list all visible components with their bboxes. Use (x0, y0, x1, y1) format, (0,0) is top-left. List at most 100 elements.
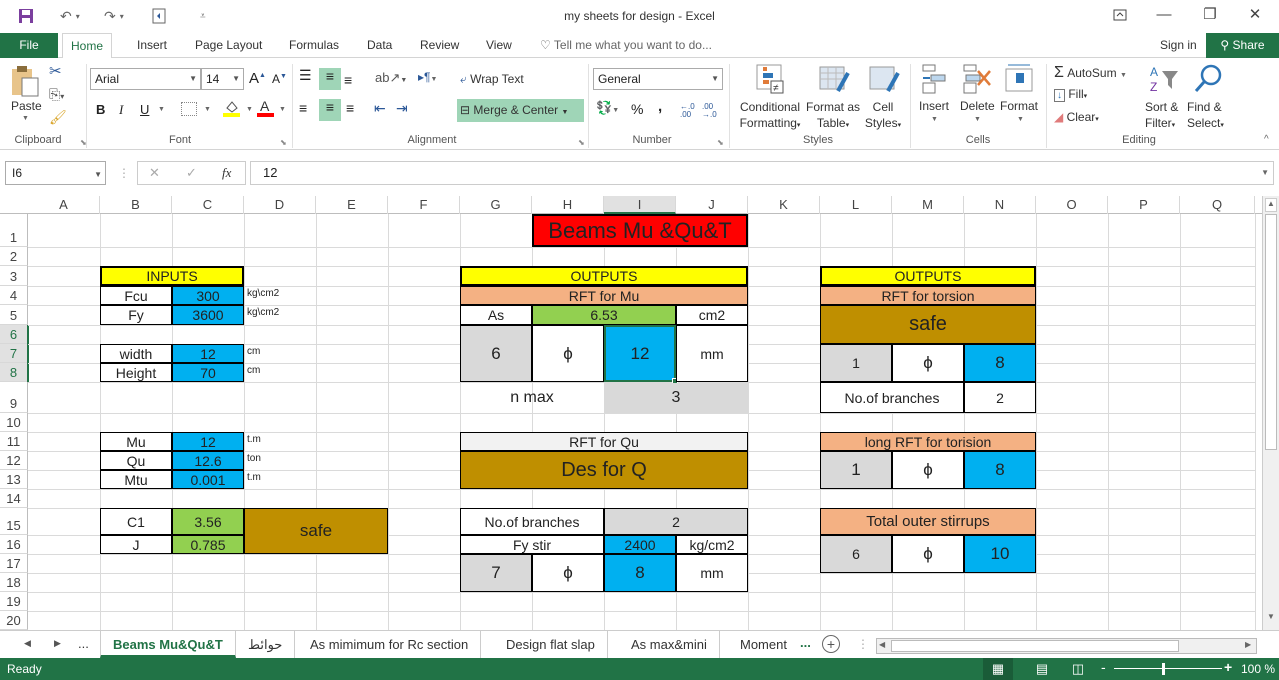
mu-value[interactable]: 12 (172, 432, 244, 451)
dialog-launcher-icon[interactable]: ⬊ (280, 138, 287, 147)
italic-button[interactable]: I (119, 102, 123, 118)
height-unit[interactable]: cm (247, 365, 260, 376)
wrap-text-button[interactable]: ⤶ Wrap Text (460, 72, 524, 87)
insert-cells-button[interactable]: Insert (919, 99, 949, 113)
torsion-diameter[interactable]: 8 (964, 344, 1036, 382)
font-color-dropdown-icon[interactable]: ▼ (279, 106, 286, 113)
width-value[interactable]: 12 (172, 344, 244, 363)
align-left-icon[interactable]: ≡ (299, 100, 307, 116)
stirrup-unit[interactable]: mm (676, 554, 748, 592)
comma-style-button[interactable]: , (658, 98, 662, 115)
fcu-label[interactable]: Fcu (100, 286, 172, 305)
format-painter-icon[interactable]: 🖌 (49, 109, 67, 126)
orientation-icon[interactable]: ab↗▼ (375, 70, 407, 86)
qu-branches-label[interactable]: No.of branches (460, 508, 604, 535)
vertical-scrollbar[interactable]: ▲ ▼ (1262, 196, 1279, 630)
scroll-tabs-right-icon[interactable]: ▶ (54, 638, 61, 649)
torsion-status[interactable]: safe (820, 305, 1036, 344)
mu-unit[interactable]: t.m (247, 434, 261, 445)
close-icon[interactable]: ✕ (1243, 4, 1267, 26)
outer-stirrups-count[interactable]: 6 (820, 535, 892, 573)
page-break-view-icon[interactable]: ◫ (1066, 658, 1090, 680)
inputs-header[interactable]: INPUTS (100, 266, 244, 286)
tab-file[interactable]: File (0, 33, 58, 58)
input-check-status[interactable]: safe (244, 508, 388, 554)
width-unit[interactable]: cm (247, 346, 260, 357)
torsion-branches-value[interactable]: 2 (964, 382, 1036, 413)
rft-mu-subheader[interactable]: RFT for Mu (460, 286, 748, 305)
c1-label[interactable]: C1 (100, 508, 172, 535)
format-as-table-button[interactable]: Format as Table▾ (805, 99, 861, 134)
row-header-20[interactable]: 20 (0, 611, 28, 630)
share-button[interactable]: ⚲ Share (1206, 33, 1279, 58)
dialog-launcher-icon[interactable]: ⬊ (578, 138, 585, 147)
rft-qu-subheader[interactable]: RFT for Qu (460, 432, 748, 451)
align-center-icon[interactable]: ≡ (319, 99, 341, 121)
number-format-combo[interactable]: General ▼ (593, 68, 723, 90)
outer-stirrups-phi-symbol[interactable]: ϕ (892, 535, 964, 573)
column-header-p[interactable]: P (1108, 196, 1180, 214)
row-header-6[interactable]: 6 (0, 325, 28, 344)
tell-me-box[interactable]: ♡ Tell me what you want to do... (532, 33, 720, 58)
nmax-value[interactable]: 3 (604, 383, 748, 413)
column-header-d[interactable]: D (244, 196, 316, 214)
stirrup-diameter[interactable]: 8 (604, 554, 676, 592)
fy-stir-label[interactable]: Fy stir (460, 535, 604, 554)
long-rft-header[interactable]: long RFT for torision (820, 432, 1036, 451)
zoom-in-icon[interactable]: + (1224, 659, 1232, 675)
fcu-unit[interactable]: kg\cm2 (247, 288, 279, 299)
fcu-value[interactable]: 300 (172, 286, 244, 305)
mu-label[interactable]: Mu (100, 432, 172, 451)
percent-style-button[interactable]: % (631, 101, 643, 117)
clear-button[interactable]: ◢ Clear▾ (1054, 110, 1099, 124)
chevron-down-icon[interactable]: ▼ (1017, 116, 1024, 123)
sign-in-link[interactable]: Sign in (1152, 33, 1205, 58)
row-header-2[interactable]: 2 (0, 247, 28, 266)
row-header-13[interactable]: 13 (0, 470, 28, 489)
restore-icon[interactable]: ❐ (1198, 4, 1222, 26)
zoom-level[interactable]: 100 % (1241, 662, 1275, 676)
zoom-out-icon[interactable]: - (1101, 659, 1106, 675)
long-rft-count[interactable]: 1 (820, 451, 892, 489)
normal-view-icon[interactable]: ▦ (983, 658, 1013, 680)
qu-value[interactable]: 12.6 (172, 451, 244, 470)
torsion-branches-label[interactable]: No.of branches (820, 382, 964, 413)
collapse-ribbon-icon[interactable]: ^ (1264, 134, 1269, 145)
stirrups-phi-symbol[interactable]: ϕ (532, 554, 604, 592)
row-header-12[interactable]: 12 (0, 451, 28, 470)
find-select-icon[interactable] (1193, 63, 1223, 95)
row-header-17[interactable]: 17 (0, 554, 28, 573)
c1-value[interactable]: 3.56 (172, 508, 244, 535)
paste-dropdown-icon[interactable]: ▼ (22, 115, 29, 122)
column-header-o[interactable]: O (1036, 196, 1108, 214)
paste-icon[interactable] (10, 64, 42, 98)
column-header-l[interactable]: L (820, 196, 892, 214)
decrease-decimal-icon[interactable]: .00 →.0 (702, 103, 717, 119)
delete-cells-button[interactable]: Delete (960, 99, 995, 113)
insert-cells-icon[interactable] (921, 63, 949, 95)
sheet-tab[interactable]: حوائط (236, 631, 296, 658)
outer-stirrups-header[interactable]: Total outer stirrups (820, 508, 1036, 535)
tab-data[interactable]: Data (359, 33, 400, 58)
increase-indent-icon[interactable]: ⇥ (396, 100, 408, 117)
rft-torsion-subheader[interactable]: RFT for torsion (820, 286, 1036, 305)
horizontal-scroll-thumb[interactable] (891, 640, 1179, 652)
row-header-1[interactable]: 1 (0, 214, 28, 247)
row-header-4[interactable]: 4 (0, 286, 28, 305)
sort-filter-button[interactable]: Sort & Filter▾ (1145, 99, 1178, 134)
long-rft-diameter[interactable]: 8 (964, 451, 1036, 489)
mtu-unit[interactable]: t.m (247, 472, 261, 483)
formula-input[interactable]: 12 ▼ (250, 161, 1274, 185)
j-value[interactable]: 0.785 (172, 535, 244, 554)
qu-design-status[interactable]: Des for Q (460, 451, 748, 489)
sheet-tab[interactable]: Moment (728, 631, 799, 658)
format-cells-icon[interactable] (1004, 61, 1034, 95)
scroll-down-icon[interactable]: ▼ (1265, 612, 1277, 626)
scroll-tabs-left-icon[interactable]: ◀ (24, 638, 31, 649)
fy-stir-value[interactable]: 2400 (604, 535, 676, 554)
column-header-j[interactable]: J (676, 196, 748, 214)
top-align-icon[interactable]: ☰ (299, 68, 317, 88)
delete-cells-icon[interactable] (962, 63, 992, 95)
page-layout-view-icon[interactable]: ▤ (1030, 658, 1054, 680)
as-value[interactable]: 6.53 (532, 305, 676, 325)
